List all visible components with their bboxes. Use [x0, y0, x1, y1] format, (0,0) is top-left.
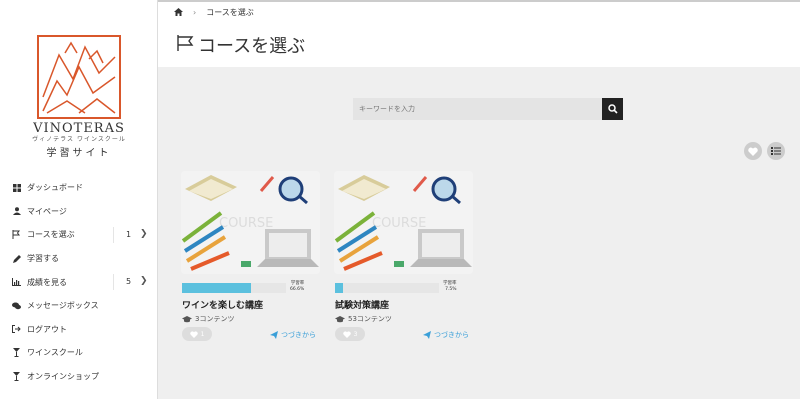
paper-plane-icon	[270, 331, 278, 339]
search-icon	[607, 104, 618, 114]
sidebar-item-messages[interactable]: メッセージボックス	[0, 294, 158, 318]
course-contents-count: 3コンテンツ	[195, 315, 235, 323]
sidebar-nav: ダッシュボード マイページ コースを選ぶ 1 ❯ 学習する 成績を見る 5 ❯ …	[0, 176, 158, 388]
course-thumbnail[interactable]: COURSE	[181, 171, 320, 274]
search-button[interactable]	[602, 98, 623, 120]
topbar	[158, 0, 800, 22]
heart-icon	[342, 330, 351, 338]
sidebar: VINOTERAS ヴィノテラス ワインスクール 学習サイト ダッシュボード マ…	[0, 0, 158, 399]
course-title[interactable]: ワインを楽しむ講座	[182, 298, 263, 311]
like-button[interactable]: 1	[182, 327, 212, 341]
course-card[interactable]: COURSE	[181, 171, 320, 274]
vinoteras-logo[interactable]	[37, 35, 121, 119]
sidebar-item-select-course[interactable]: コースを選ぶ 1 ❯	[0, 223, 158, 247]
comments-icon	[11, 300, 22, 311]
breadcrumb: › コースを選ぶ	[174, 7, 254, 18]
bar-chart-icon	[11, 277, 22, 288]
course-progress-bar	[335, 283, 439, 293]
continue-link[interactable]: つづきから	[423, 330, 469, 340]
sidebar-item-online-shop[interactable]: オンラインショップ	[0, 365, 158, 389]
flag-icon	[11, 229, 22, 240]
sidebar-item-logout[interactable]: ログアウト	[0, 318, 158, 342]
course-progress-label: 学習率 7.5%	[443, 281, 457, 293]
course-progress-fill	[335, 283, 343, 293]
page-title-text: コースを選ぶ	[198, 36, 306, 57]
search-input[interactable]	[353, 98, 602, 120]
sidebar-item-label: メッセージボックス	[27, 301, 99, 311]
sidebar-item-grades[interactable]: 成績を見る 5 ❯	[0, 270, 158, 294]
course-progress-label: 学習率 66.6%	[290, 281, 304, 293]
course-contents: 3コンテンツ	[182, 314, 234, 324]
brand-subtitle: ヴィノテラス ワインスクール	[32, 136, 126, 143]
progress-value: 66.6%	[290, 287, 305, 292]
graduation-cap-icon	[335, 315, 345, 322]
continue-link[interactable]: つづきから	[270, 330, 316, 340]
thumbnail-text: COURSE	[372, 216, 426, 231]
home-icon[interactable]	[174, 7, 183, 18]
sidebar-item-label: マイページ	[27, 206, 67, 216]
course-progress-fill	[182, 283, 252, 293]
sidebar-item-label: 成績を見る	[27, 277, 67, 287]
sidebar-item-label: コースを選ぶ	[27, 230, 75, 240]
wine-glass-icon	[11, 347, 22, 358]
heart-icon	[748, 147, 758, 156]
continue-label: つづきから	[434, 331, 469, 339]
heart-icon	[189, 330, 198, 338]
sidebar-item-label: ワインスクール	[27, 348, 83, 358]
course-thumbnail[interactable]: COURSE	[334, 171, 473, 274]
like-button[interactable]: 3	[335, 327, 365, 341]
course-card[interactable]: COURSE	[334, 171, 473, 274]
like-count: 1	[200, 330, 205, 338]
flag-icon	[176, 34, 196, 57]
pencil-icon	[11, 253, 22, 264]
thumbnail-text: COURSE	[219, 216, 273, 231]
sidebar-item-label: 学習する	[27, 254, 59, 264]
sidebar-item-label: ログアウト	[27, 324, 67, 334]
graduation-cap-icon	[182, 315, 192, 322]
progress-value: 7.5%	[445, 287, 457, 292]
dashboard-icon	[11, 182, 22, 193]
sidebar-item-dashboard[interactable]: ダッシュボード	[0, 176, 158, 200]
course-title[interactable]: 試験対策講座	[335, 298, 389, 311]
user-icon	[11, 206, 22, 217]
course-progress-bar	[182, 283, 286, 293]
page-title: コースを選ぶ	[176, 32, 305, 58]
wine-glass-icon	[11, 371, 22, 382]
favorites-filter-button[interactable]	[744, 142, 762, 160]
list-view-button[interactable]	[767, 142, 785, 160]
course-contents: 53コンテンツ	[335, 314, 392, 324]
sidebar-item-label: オンラインショップ	[27, 372, 99, 382]
sidebar-item-label: ダッシュボード	[27, 183, 83, 193]
breadcrumb-current: コースを選ぶ	[206, 8, 254, 17]
list-icon	[771, 147, 781, 155]
like-count: 3	[353, 330, 358, 338]
breadcrumb-separator: ›	[193, 8, 197, 17]
sidebar-item-mypage[interactable]: マイページ	[0, 200, 158, 224]
course-contents-count: 53コンテンツ	[348, 315, 392, 323]
chevron-right-icon[interactable]: ❯	[140, 229, 148, 239]
sidebar-item-study[interactable]: 学習する	[0, 247, 158, 271]
brand-site-label: 学習サイト	[46, 148, 112, 159]
sidebar-item-wine-school[interactable]: ワインスクール	[0, 341, 158, 365]
paper-plane-icon	[423, 331, 431, 339]
sign-out-icon	[11, 324, 22, 335]
chevron-right-icon[interactable]: ❯	[140, 276, 148, 286]
continue-label: つづきから	[281, 331, 316, 339]
